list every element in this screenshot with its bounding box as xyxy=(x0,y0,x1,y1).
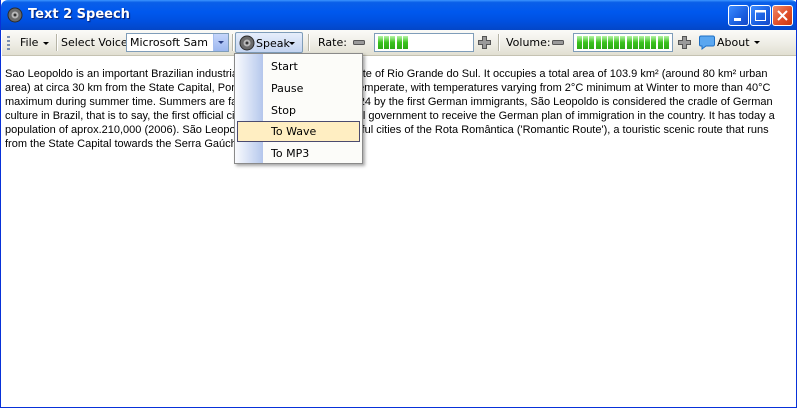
speak-dropdown-menu: Start Pause Stop To Wave To MP3 xyxy=(234,53,363,164)
toolbar-separator xyxy=(498,34,500,51)
meter-cell xyxy=(402,36,408,49)
speaker-app-icon xyxy=(7,7,23,23)
title-bar[interactable]: Text 2 Speech xyxy=(1,0,796,30)
meter-cell xyxy=(601,36,607,49)
toolbar-separator xyxy=(56,34,58,51)
maximize-button[interactable] xyxy=(750,5,771,26)
chevron-down-icon xyxy=(754,41,760,44)
chevron-down-icon[interactable] xyxy=(213,34,228,51)
menu-item-start[interactable]: Start xyxy=(237,56,360,77)
toolbar-grip[interactable] xyxy=(7,36,10,50)
meter-cell xyxy=(595,36,601,49)
menu-item-label: Pause xyxy=(271,82,304,95)
text-editor[interactable]: Sao Leopoldo is an important Brazilian i… xyxy=(2,56,796,406)
toolbar-separator xyxy=(308,34,310,51)
rate-increase-icon[interactable] xyxy=(478,36,491,49)
rate-meter[interactable] xyxy=(374,33,474,52)
meter-cell xyxy=(639,36,644,49)
menu-item-to-mp3[interactable]: To MP3 xyxy=(237,143,360,164)
voice-select[interactable]: Microsoft Sam xyxy=(126,33,229,52)
meter-cell xyxy=(651,36,657,49)
speak-label: Speak xyxy=(256,37,290,50)
meter-cell xyxy=(577,36,582,49)
volume-increase-icon[interactable] xyxy=(678,36,691,49)
meter-cell xyxy=(396,36,402,49)
about-menu-button[interactable]: About xyxy=(697,32,763,53)
voice-label: Select Voice: xyxy=(61,36,132,49)
volume-label: Volume: xyxy=(506,36,551,49)
menu-item-label: Start xyxy=(271,60,298,73)
meter-cell xyxy=(378,36,383,49)
close-button[interactable] xyxy=(772,5,793,26)
menu-item-to-wave[interactable]: To Wave xyxy=(237,121,360,142)
meter-cell xyxy=(384,36,390,49)
voice-select-value: Microsoft Sam xyxy=(130,36,208,49)
chevron-down-icon xyxy=(43,41,50,45)
menu-item-label: To Wave xyxy=(271,125,317,138)
toolbar: File Select Voice: Microsoft Sam Speak R… xyxy=(2,30,796,56)
volume-decrease-icon[interactable] xyxy=(552,38,564,47)
meter-cell xyxy=(632,36,638,49)
meter-cell xyxy=(589,36,595,49)
file-menu-button[interactable]: File xyxy=(16,32,53,53)
app-window: Text 2 Speech File Select Voice: Microso… xyxy=(0,0,797,408)
menu-item-stop[interactable]: Stop xyxy=(237,100,360,121)
maximize-icon xyxy=(755,10,766,21)
meter-cell xyxy=(663,36,669,49)
chevron-down-icon xyxy=(289,42,295,45)
rate-decrease-icon[interactable] xyxy=(353,38,365,47)
file-menu-label: File xyxy=(20,36,39,49)
about-label: About xyxy=(717,36,750,49)
window-title: Text 2 Speech xyxy=(28,7,130,22)
minimize-icon xyxy=(734,18,741,21)
menu-item-label: To MP3 xyxy=(271,147,310,160)
close-icon xyxy=(777,10,788,21)
menu-item-pause[interactable]: Pause xyxy=(237,78,360,99)
speaker-icon xyxy=(239,35,255,51)
meter-cell xyxy=(608,36,613,49)
meter-cell xyxy=(620,36,626,49)
meter-cell xyxy=(614,36,620,49)
speak-dropdown-button[interactable]: Speak xyxy=(235,32,303,53)
meter-cell xyxy=(626,36,632,49)
speech-bubble-icon xyxy=(699,35,715,50)
meter-cell xyxy=(645,36,651,49)
meter-cell xyxy=(583,36,589,49)
meter-cell xyxy=(390,36,396,49)
toolbar-separator xyxy=(232,34,234,51)
meter-cell xyxy=(657,36,663,49)
menu-item-label: Stop xyxy=(271,104,297,117)
minimize-button[interactable] xyxy=(728,5,749,26)
rate-label: Rate: xyxy=(318,36,347,49)
speech-text[interactable]: Sao Leopoldo is an important Brazilian i… xyxy=(5,67,793,151)
volume-meter[interactable] xyxy=(573,33,673,52)
